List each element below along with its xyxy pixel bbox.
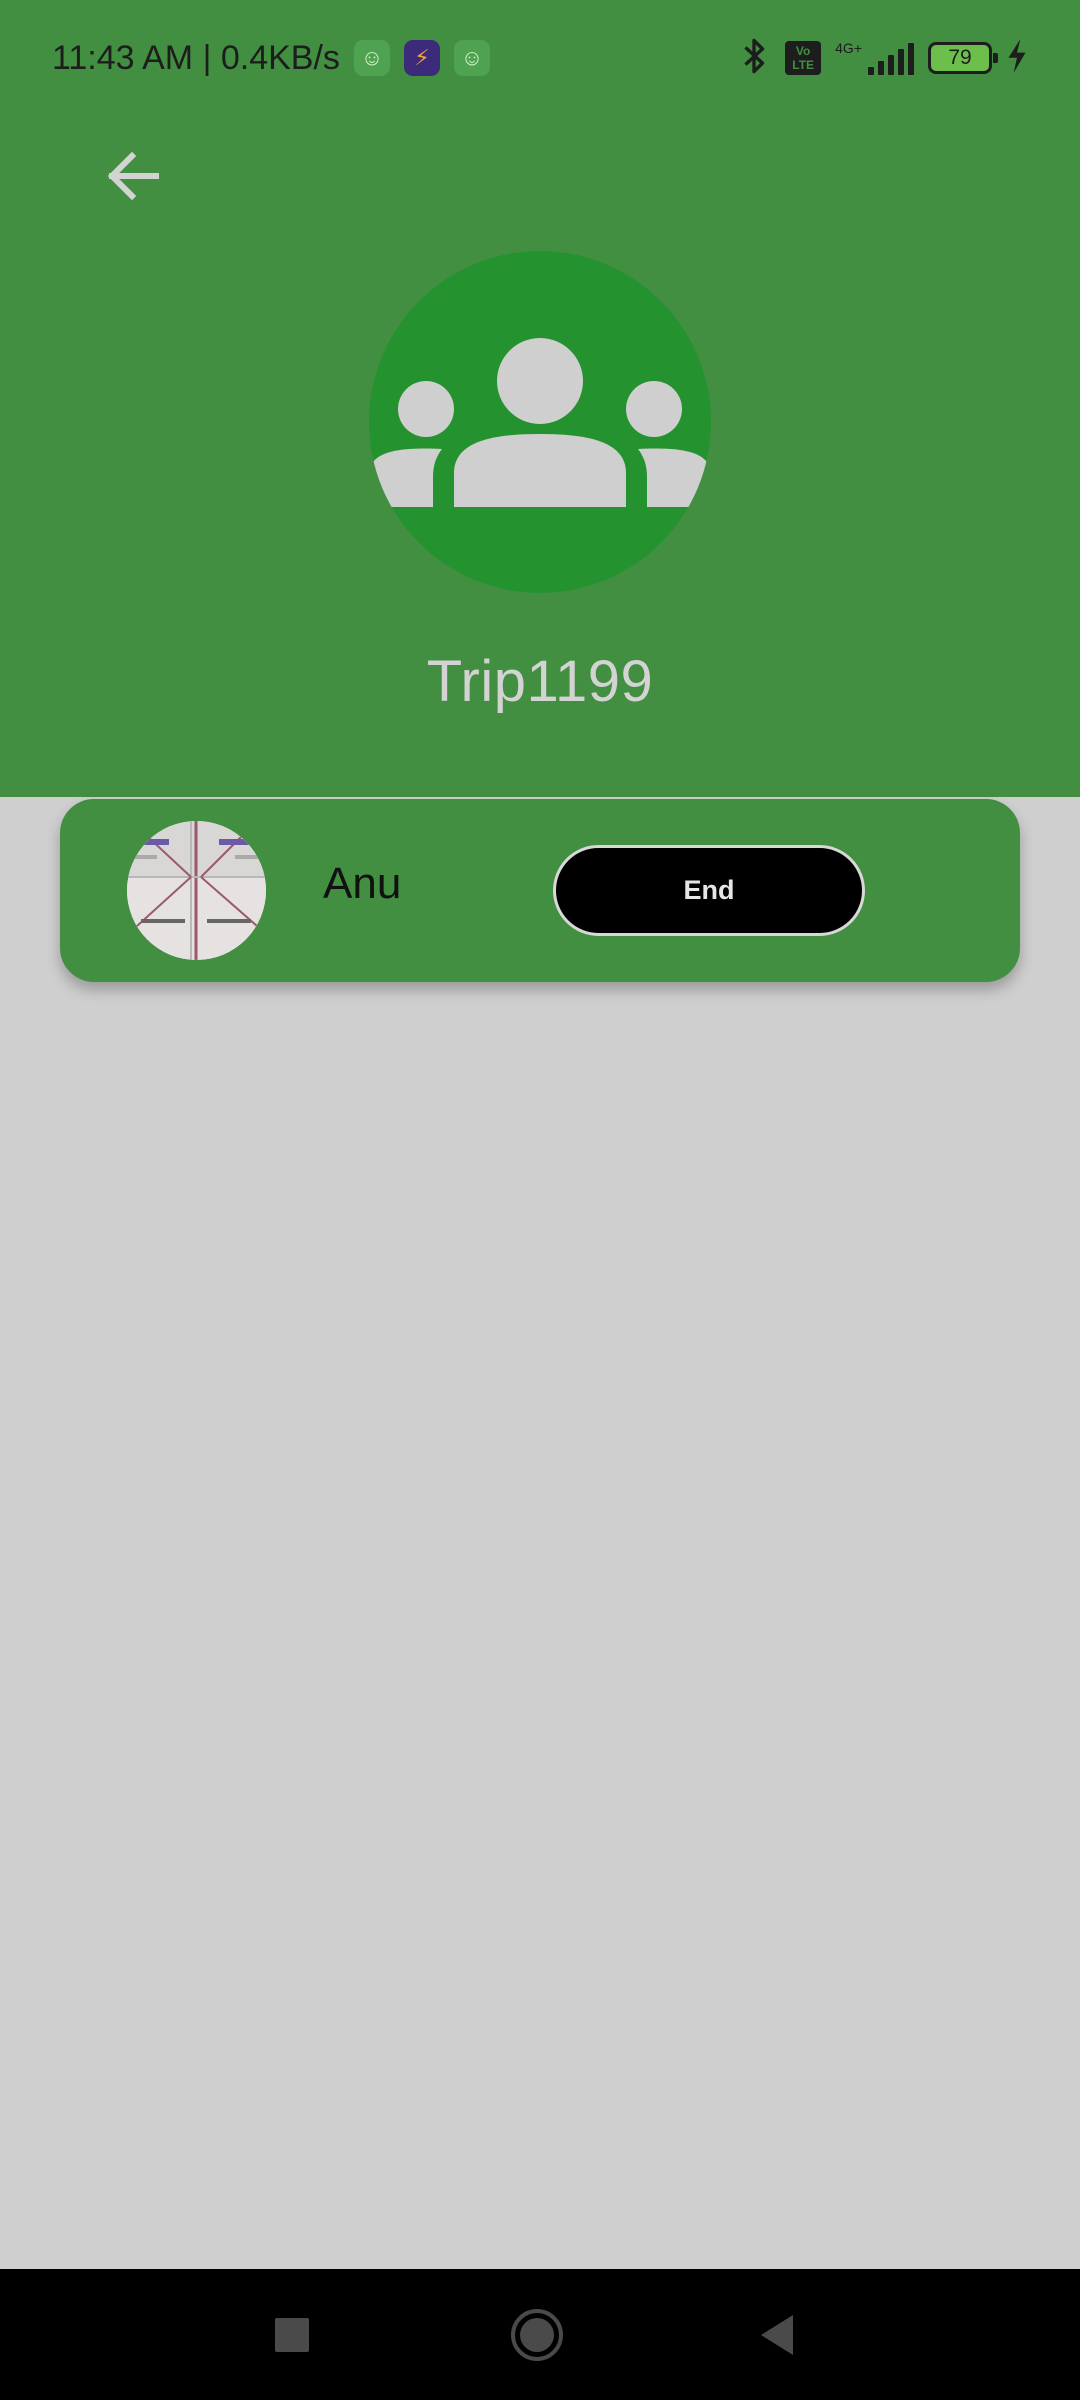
charging-icon [1006,38,1028,78]
group-people-icon [369,338,711,507]
arrow-left-icon [104,151,160,206]
battery-level: 79 [948,46,972,69]
signal-icon [868,41,914,75]
screen: 11:43 AM | 0.4KB/s ☺ ⚡ ☺ Vo LTE 4G+ 79 T… [0,0,1080,2400]
recents-button[interactable] [232,2269,352,2400]
status-left: 11:43 AM | 0.4KB/s ☺ ⚡ ☺ [52,39,490,78]
member-name: Anu [323,859,402,908]
status-bar: 11:43 AM | 0.4KB/s ☺ ⚡ ☺ Vo LTE 4G+ 79 [0,0,1080,116]
bluetooth-icon [737,36,771,81]
back-button[interactable] [96,142,168,214]
network-type-label: 4G+ [835,40,862,56]
circle-home-icon [511,2308,563,2361]
group-title: Trip1199 [426,649,654,714]
battery-icon: 79 [928,42,998,74]
triangle-back-icon [761,2314,793,2355]
home-button[interactable] [477,2269,597,2400]
square-recents-icon [275,2317,309,2352]
rocket-app-icon: ⚡ [403,40,440,76]
status-time: 11:43 AM | 0.4KB/s [52,38,340,77]
member-photo [127,821,266,960]
cat-app-icon: ☺ [353,40,390,76]
group-avatar [369,251,711,593]
member-avatar[interactable] [127,821,266,960]
end-button[interactable]: End [553,845,865,936]
navigation-bar [0,2269,1080,2400]
member-card: Anu End [60,799,1020,982]
cat-app-icon: ☺ [453,40,490,76]
back-nav-button[interactable] [717,2269,837,2400]
status-right: Vo LTE 4G+ 79 [737,36,1028,81]
volte-icon: Vo LTE [785,41,822,75]
